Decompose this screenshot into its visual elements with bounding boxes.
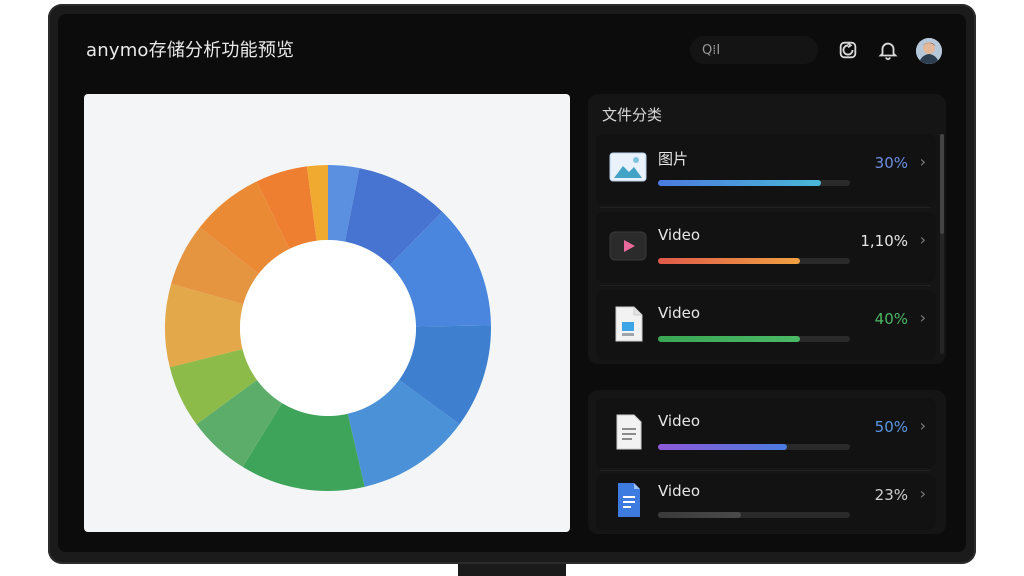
- progress-fill: [658, 512, 741, 518]
- chevron-right-icon: ›: [919, 152, 926, 171]
- category-row[interactable]: Video 1,10% ›: [596, 212, 936, 282]
- file-category-panel-more: Video 50% › Video 23% ›: [588, 390, 946, 534]
- search-icon: Q⁞I: [702, 42, 721, 58]
- image-icon: [608, 148, 648, 188]
- chevron-right-icon: ›: [919, 416, 926, 435]
- divider: [600, 207, 930, 208]
- progress-fill: [658, 336, 801, 342]
- category-row[interactable]: Video 40% ›: [596, 290, 936, 360]
- category-label: Video: [658, 412, 701, 430]
- category-label: Video: [658, 304, 701, 322]
- storage-chart-card: [84, 94, 570, 532]
- progress-track: [658, 512, 850, 518]
- category-label: Video: [658, 482, 701, 500]
- chevron-right-icon: ›: [919, 484, 926, 503]
- divider: [600, 285, 930, 286]
- category-row[interactable]: Video 50% ›: [596, 398, 936, 468]
- category-percent: 30%: [874, 154, 908, 172]
- progress-track: [658, 180, 850, 186]
- app-window: anymo存储分析功能预览 Q⁞I 文件分类 图片 30% › Video 1,…: [58, 14, 966, 552]
- file-category-panel: 文件分类 图片 30% › Video 1,10% › Video 40% ›: [588, 94, 946, 364]
- document-icon: [608, 412, 648, 452]
- progress-track: [658, 258, 850, 264]
- progress-fill: [658, 258, 801, 264]
- app-title: anymo存储分析功能预览: [86, 40, 295, 61]
- file-icon: [608, 304, 648, 344]
- category-percent: 23%: [874, 486, 908, 504]
- category-percent: 40%: [874, 310, 908, 328]
- category-percent: 1,10%: [860, 232, 908, 250]
- progress-fill: [658, 180, 822, 186]
- refresh-icon[interactable]: [836, 38, 860, 62]
- panel-title: 文件分类: [602, 106, 663, 124]
- category-row[interactable]: Video 23% ›: [596, 474, 936, 530]
- blue-doc-icon: [608, 480, 648, 520]
- progress-track: [658, 336, 850, 342]
- category-row[interactable]: 图片 30% ›: [596, 134, 936, 204]
- scrollbar-thumb[interactable]: [940, 134, 944, 234]
- donut-hole: [240, 240, 416, 416]
- bell-icon[interactable]: [876, 38, 900, 62]
- chevron-right-icon: ›: [919, 230, 926, 249]
- progress-track: [658, 444, 850, 450]
- video-icon: [608, 226, 648, 266]
- search-input[interactable]: Q⁞I: [690, 36, 818, 64]
- progress-fill: [658, 444, 787, 450]
- category-percent: 50%: [874, 418, 908, 436]
- scrollbar[interactable]: [940, 134, 944, 354]
- chevron-right-icon: ›: [919, 308, 926, 327]
- donut-chart: [165, 165, 491, 491]
- category-label: Video: [658, 226, 701, 244]
- divider: [600, 470, 930, 471]
- avatar[interactable]: [916, 38, 942, 64]
- category-label: 图片: [658, 150, 689, 168]
